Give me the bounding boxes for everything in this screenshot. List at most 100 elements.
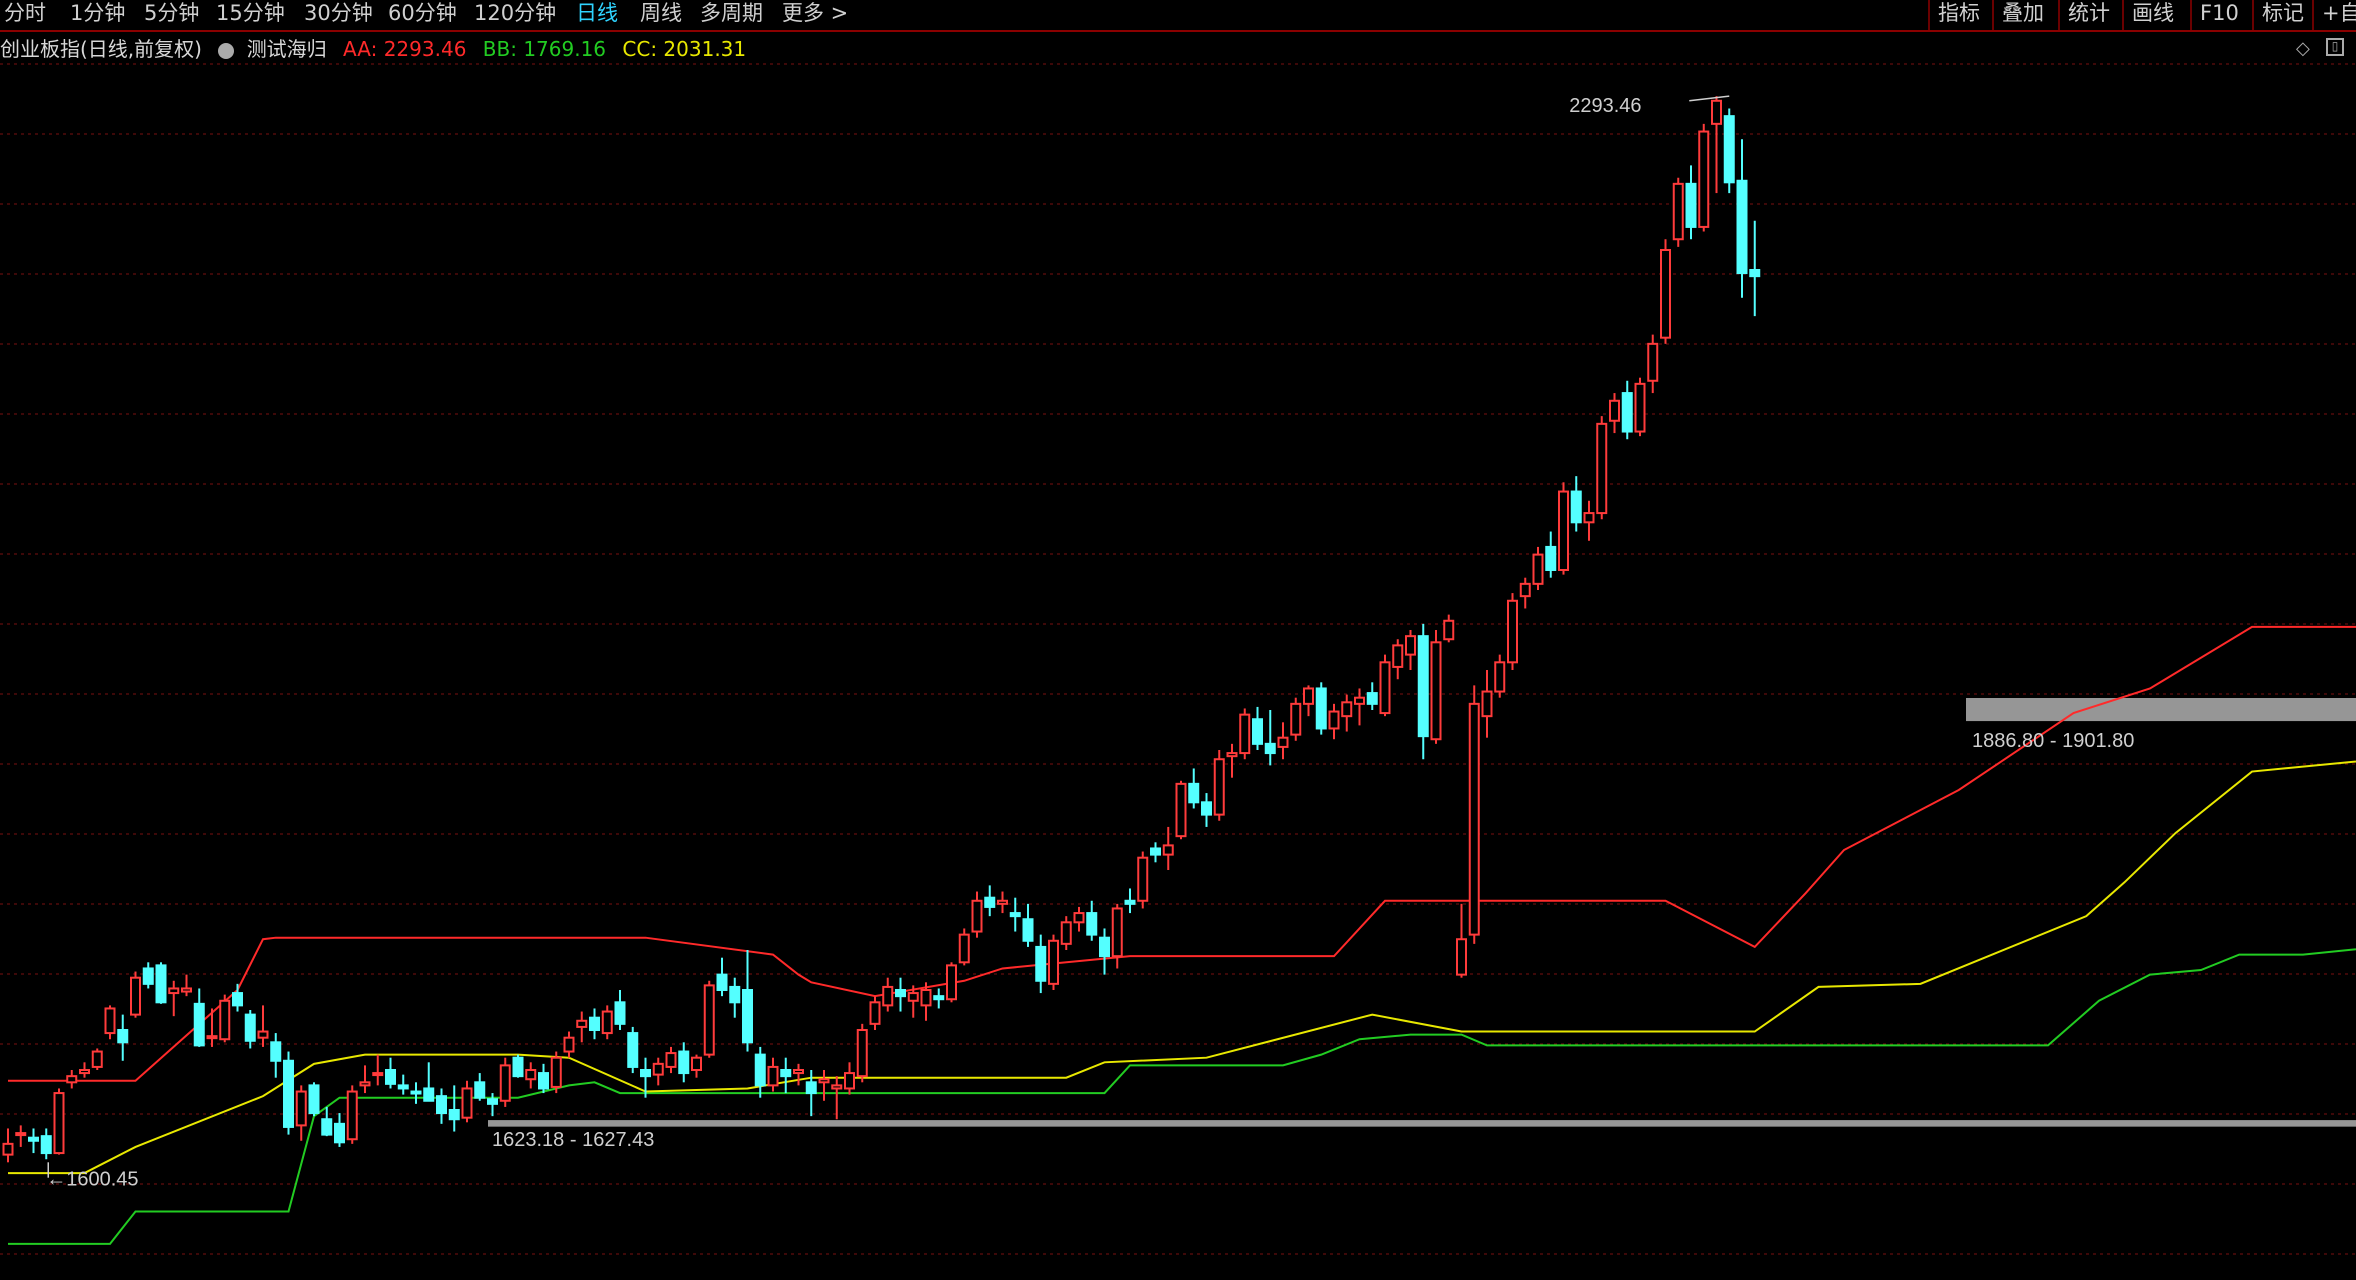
candle-body bbox=[882, 985, 894, 1007]
high-price-label: 2293.46 bbox=[1569, 95, 1641, 117]
candle-body bbox=[423, 1087, 435, 1102]
candle-body bbox=[933, 995, 945, 1001]
candle-body bbox=[538, 1072, 549, 1090]
candle-body bbox=[385, 1069, 396, 1085]
price-band bbox=[1966, 698, 2356, 722]
candle-body bbox=[1685, 182, 1697, 228]
candle-body bbox=[754, 1053, 766, 1087]
candle-body bbox=[627, 1032, 639, 1068]
candle-body bbox=[28, 1136, 39, 1142]
candle-body bbox=[780, 1069, 792, 1078]
candle-body bbox=[1711, 99, 1722, 125]
candle-body bbox=[525, 1069, 537, 1081]
candle-body bbox=[193, 1002, 205, 1047]
candle-body bbox=[1048, 939, 1059, 985]
candle-body bbox=[1532, 553, 1544, 585]
candle-body bbox=[1647, 342, 1659, 382]
candle-body bbox=[53, 1092, 65, 1155]
candle-body bbox=[155, 964, 167, 1004]
candle-body bbox=[920, 989, 932, 1007]
candle-body bbox=[729, 985, 741, 1004]
candle-body bbox=[1507, 599, 1518, 664]
candle-body bbox=[550, 1056, 562, 1088]
candle-body bbox=[563, 1036, 575, 1053]
candle-body bbox=[1277, 736, 1289, 748]
candle-body bbox=[1379, 661, 1391, 715]
candle-body bbox=[716, 973, 728, 991]
candle-body bbox=[1596, 422, 1608, 515]
candle-body bbox=[1328, 710, 1340, 730]
candle-body bbox=[958, 933, 970, 964]
bb-line bbox=[8, 948, 2356, 1245]
candle-body bbox=[487, 1098, 498, 1105]
candle-body bbox=[984, 896, 996, 908]
candle-body bbox=[117, 1029, 129, 1044]
candle-body bbox=[130, 976, 141, 1016]
candle-body bbox=[1621, 392, 1633, 433]
high-pointer bbox=[1689, 95, 1730, 102]
candle-body bbox=[79, 1069, 90, 1075]
candle-body bbox=[895, 989, 906, 998]
candle-body bbox=[397, 1084, 409, 1090]
candle-body bbox=[448, 1109, 460, 1121]
candle-body bbox=[257, 1030, 269, 1039]
candle-body bbox=[1341, 701, 1353, 718]
candle-body bbox=[1558, 490, 1569, 571]
candle-body bbox=[793, 1069, 804, 1075]
candle-body bbox=[474, 1081, 486, 1099]
price-band bbox=[488, 1120, 2356, 1127]
candle-body bbox=[1252, 718, 1263, 745]
candle-body bbox=[869, 1001, 881, 1025]
candle-body bbox=[907, 992, 919, 1002]
candle-body bbox=[1073, 912, 1085, 924]
low-price-label: ←1600.45 bbox=[46, 1169, 138, 1191]
candlestick-chart[interactable]: 2293.46 ←1600.45 1623.18 - 1627.43 1886.80 … bbox=[0, 0, 2356, 1280]
candle-body bbox=[308, 1084, 320, 1115]
candle-body bbox=[1188, 782, 1200, 804]
candle-body bbox=[1430, 641, 1442, 741]
candle-body bbox=[1303, 687, 1314, 705]
candle-body bbox=[665, 1052, 677, 1068]
candle-body bbox=[805, 1081, 817, 1095]
candle-body bbox=[1354, 696, 1365, 705]
candle-body bbox=[410, 1090, 422, 1095]
candle-body bbox=[1723, 115, 1735, 184]
band-2-label: 1886.80 - 1901.80 bbox=[1972, 730, 2134, 752]
candle-body bbox=[1660, 249, 1671, 339]
candle-body bbox=[1086, 912, 1098, 936]
candle-body bbox=[1405, 635, 1416, 656]
candle-body bbox=[1519, 582, 1531, 598]
candle-body bbox=[244, 1013, 256, 1042]
candle-body bbox=[1443, 619, 1455, 641]
candle-body bbox=[1022, 918, 1034, 942]
candle-body bbox=[767, 1065, 779, 1087]
candle-body bbox=[1162, 844, 1174, 856]
candle-body bbox=[321, 1118, 333, 1136]
candle-body bbox=[512, 1056, 524, 1078]
candle-body bbox=[1366, 692, 1378, 705]
candle-body bbox=[1609, 399, 1620, 422]
candle-body bbox=[346, 1090, 358, 1141]
candle-body bbox=[1481, 690, 1493, 718]
candle-body bbox=[359, 1081, 371, 1087]
candle-body bbox=[1264, 742, 1276, 755]
candle-body bbox=[1009, 912, 1021, 918]
candle-body bbox=[844, 1072, 855, 1090]
candle-body bbox=[1239, 713, 1251, 755]
candle-body bbox=[1226, 752, 1238, 758]
candle-body bbox=[1213, 758, 1225, 816]
candle-body bbox=[589, 1016, 600, 1032]
candle-body bbox=[142, 967, 154, 985]
candle-body bbox=[1545, 545, 1557, 572]
candle-body bbox=[576, 1019, 588, 1028]
candle-body bbox=[1137, 856, 1149, 902]
candle-body bbox=[66, 1075, 78, 1084]
candle-body bbox=[232, 992, 243, 1007]
candle-body bbox=[1060, 921, 1072, 945]
candle-body bbox=[1634, 382, 1646, 433]
band-1-label: 1623.18 - 1627.43 bbox=[492, 1129, 654, 1151]
candle-body bbox=[614, 1001, 626, 1025]
candle-body bbox=[283, 1059, 294, 1128]
candle-body bbox=[1570, 490, 1582, 524]
candle-body bbox=[856, 1029, 868, 1078]
